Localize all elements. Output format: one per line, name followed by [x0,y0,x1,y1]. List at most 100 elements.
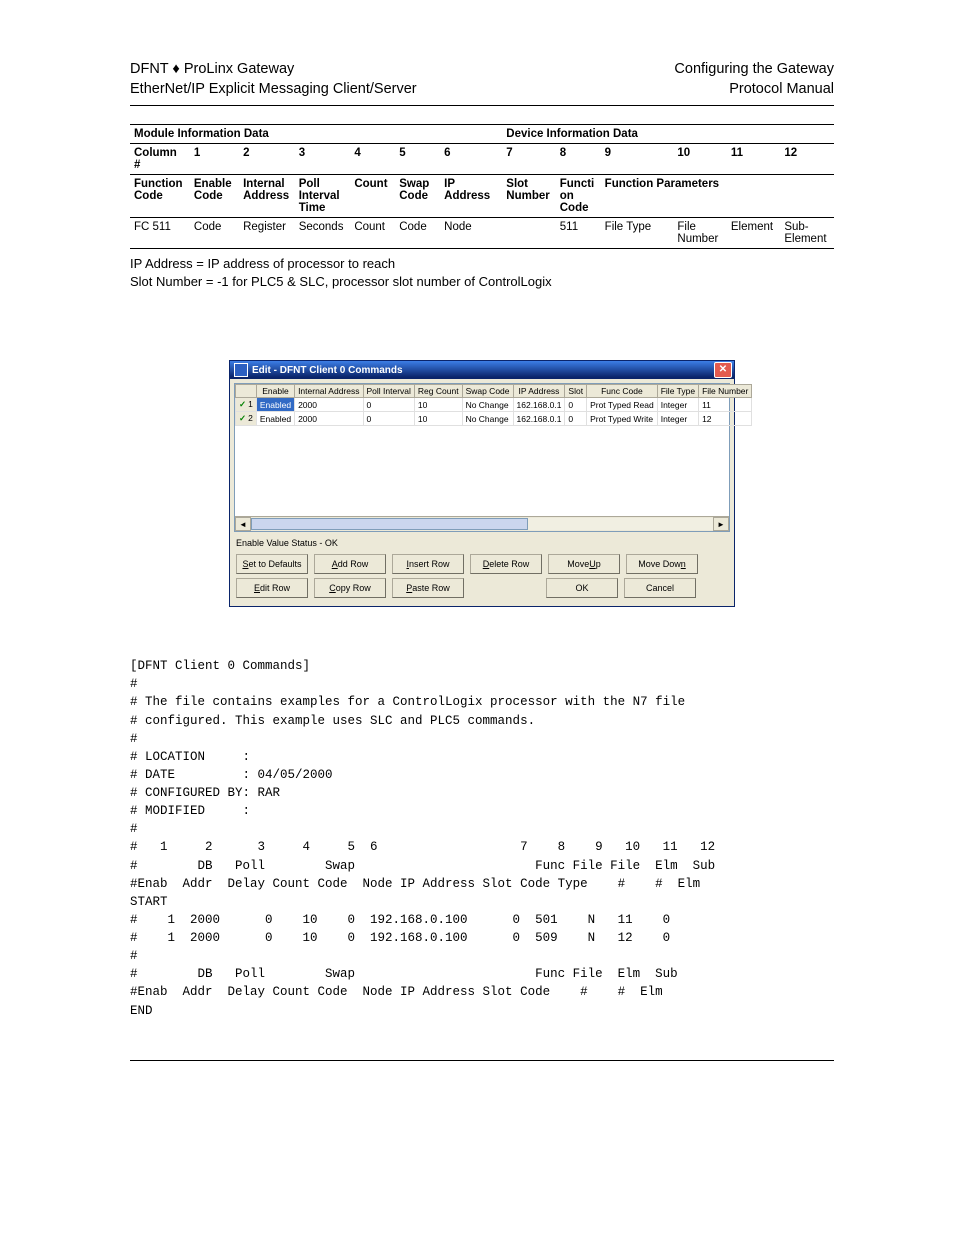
cell[interactable]: 2000 [295,398,363,412]
rv-3: Seconds [295,218,351,249]
dialog-button[interactable]: Set to Defaults [236,554,308,574]
gh-fnum[interactable]: File Number [699,385,752,398]
dialog-button[interactable]: Move Down [626,554,698,574]
col-8: 8 [556,144,601,175]
cell[interactable]: Enabled [256,412,294,426]
header-rule [130,105,834,106]
gh-enable[interactable]: Enable [256,385,294,398]
gh-poll[interactable]: Poll Interval [363,385,414,398]
header-left-1: DFNT ♦ ProLinx Gateway [130,60,294,80]
cell[interactable]: 0 [565,412,587,426]
cell[interactable]: 12 [699,412,752,426]
gh-intaddr[interactable]: Internal Address [295,385,363,398]
scroll-track[interactable] [251,518,713,530]
header-right-2: Protocol Manual [729,80,834,100]
header-right-1: Configuring the Gateway [674,60,834,80]
scroll-thumb[interactable] [251,518,528,530]
gh-func[interactable]: Func Code [587,385,658,398]
rv-1: Code [190,218,239,249]
status-line: Enable Value Status - OK [230,536,734,550]
col-6: 6 [440,144,502,175]
cell[interactable]: 10 [414,398,462,412]
fh-2: Internal Address [239,175,295,218]
horizontal-scrollbar[interactable]: ◄ ► [235,516,729,531]
app-icon [234,363,248,377]
section-device: Device Information Data [502,125,834,144]
cell[interactable]: Enabled [256,398,294,412]
config-code-block: [DFNT Client 0 Commands] # # The file co… [130,657,834,1020]
cell[interactable]: Prot Typed Read [587,398,658,412]
gh-ip[interactable]: IP Address [513,385,565,398]
dialog-button[interactable]: OK [546,578,618,598]
rv-9: File Type [601,218,674,249]
rv-4: Count [350,218,395,249]
table-row[interactable]: ✓1Enabled2000010No Change162.168.0.10Pro… [236,398,752,412]
scroll-left-icon[interactable]: ◄ [235,517,251,531]
func-label: Function Code [130,175,190,218]
button-row-2: Edit Row Copy Row Paste Row OK Cancel [230,578,734,606]
rv-5: Code [395,218,440,249]
col-11: 11 [727,144,780,175]
close-icon[interactable]: ✕ [714,362,732,378]
check-icon: ✓ [239,413,248,423]
rv-10: File Number [673,218,726,249]
commands-grid[interactable]: Enable Internal Address Poll Interval Re… [235,384,752,426]
dialog-button[interactable]: Add Row [314,554,386,574]
note-ip: IP Address = IP address of processor to … [130,255,834,273]
dialog-button[interactable]: Cancel [624,578,696,598]
cell[interactable]: 10 [414,412,462,426]
fh-3: Poll Interval Time [295,175,351,218]
header-left-2: EtherNet/IP Explicit Messaging Client/Se… [130,80,417,100]
button-spacer [470,578,540,598]
gh-slot[interactable]: Slot [565,385,587,398]
button-row-1: Set to Defaults Add Row Insert Row Delete R… [230,550,734,578]
cell[interactable]: 0 [565,398,587,412]
col-10: 10 [673,144,726,175]
cell[interactable]: No Change [462,412,513,426]
cell[interactable]: 162.168.0.1 [513,398,565,412]
cell[interactable]: Prot Typed Write [587,412,658,426]
fh-9: Function Parameters [601,175,834,218]
col-4: 4 [350,144,395,175]
rv-12: Sub-Element [780,218,834,249]
dialog-button[interactable]: Copy Row [314,578,386,598]
section-module: Module Information Data [130,125,502,144]
scroll-right-icon[interactable]: ► [713,517,729,531]
fh-1: Enable Code [190,175,239,218]
titlebar[interactable]: Edit - DFNT Client 0 Commands ✕ [230,361,734,379]
col-7: 7 [502,144,555,175]
cell[interactable]: Integer [657,412,698,426]
window-title: Edit - DFNT Client 0 Commands [252,365,403,376]
dialog-button[interactable]: Edit Row [236,578,308,598]
row-header[interactable]: ✓1 [236,398,257,412]
column-label: Column # [130,144,190,175]
cell[interactable]: 0 [363,398,414,412]
dialog-button[interactable]: Paste Row [392,578,464,598]
grid-corner [236,385,257,398]
cell[interactable]: No Change [462,398,513,412]
fh-5: Swap Code [395,175,440,218]
cell[interactable]: 11 [699,398,752,412]
rv-7 [502,218,555,249]
cell[interactable]: 0 [363,412,414,426]
gh-ftype[interactable]: File Type [657,385,698,398]
row-label: FC 511 [130,218,190,249]
cell[interactable]: Integer [657,398,698,412]
dialog-button[interactable]: Insert Row [392,554,464,574]
table-row[interactable]: ✓2Enabled2000010No Change162.168.0.10Pro… [236,412,752,426]
fh-8: Function Code [556,175,601,218]
fh-6: IP Address [440,175,502,218]
gh-reg[interactable]: Reg Count [414,385,462,398]
col-3: 3 [295,144,351,175]
rv-11: Element [727,218,780,249]
row-header[interactable]: ✓2 [236,412,257,426]
cell[interactable]: 2000 [295,412,363,426]
gh-swap[interactable]: Swap Code [462,385,513,398]
cell[interactable]: 162.168.0.1 [513,412,565,426]
footer-rule [130,1060,834,1061]
module-device-table: Module Information Data Device Informati… [130,124,834,249]
dialog-button[interactable]: Move Up [548,554,620,574]
grid-empty-area[interactable] [235,426,729,516]
rv-6: Node [440,218,502,249]
dialog-button[interactable]: Delete Row [470,554,542,574]
